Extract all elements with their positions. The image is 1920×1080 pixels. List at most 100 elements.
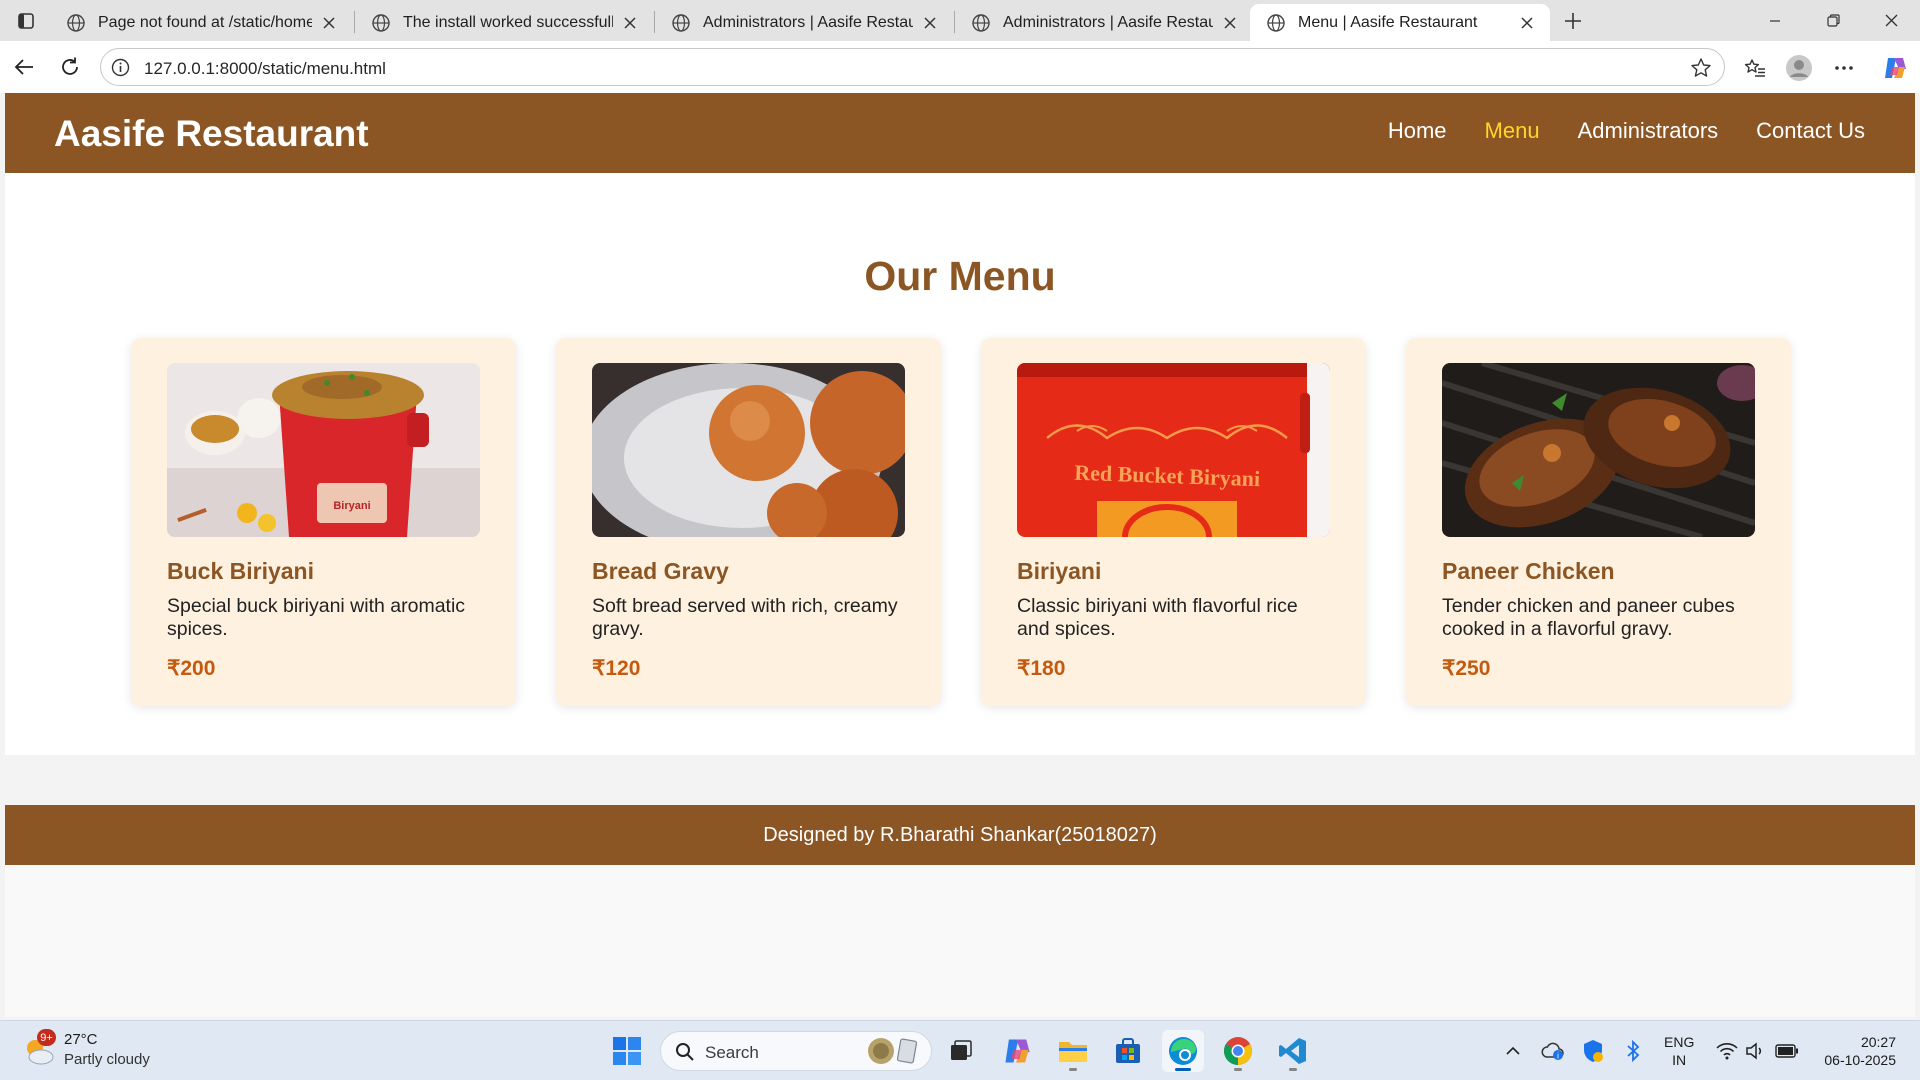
wifi-icon (1716, 1043, 1738, 1060)
tab-title: Administrators | Aasife Restaurant (703, 13, 913, 31)
svg-text:Biryani: Biryani (333, 500, 370, 512)
nav-link-contact-us[interactable]: Contact Us (1756, 118, 1865, 144)
menu-item-name: Buck Biriyani (167, 558, 314, 584)
globe-icon (372, 13, 390, 32)
svg-text:i: i (1557, 1052, 1559, 1061)
nav-link-administrators[interactable]: Administrators (1578, 118, 1719, 144)
back-button[interactable] (6, 49, 42, 85)
minimize-icon (1770, 19, 1780, 22)
refresh-button[interactable] (52, 49, 88, 85)
globe-icon (1267, 13, 1285, 32)
page-viewport: Aasife Restaurant Home Menu Administrato… (5, 93, 1915, 1017)
clock-time: 20:27 (1860, 1034, 1896, 1050)
vscode-button[interactable] (1272, 1030, 1314, 1072)
start-button[interactable] (606, 1030, 648, 1072)
search-highlight-icon (868, 1038, 918, 1064)
notification-badge: 9+ (37, 1029, 56, 1046)
url-text[interactable]: 127.0.0.1:8000/static/menu.html (144, 59, 386, 79)
buck-biriyani-image: Biryani (167, 363, 480, 537)
paneer-chicken-image (1442, 363, 1755, 537)
wifi-tray-button[interactable] (1714, 1038, 1740, 1064)
browser-tab-strip: Page not found at /static/home.ht The in… (0, 0, 1920, 41)
new-tab-button[interactable] (1557, 6, 1589, 36)
minimize-button[interactable] (1746, 0, 1804, 41)
tab-close-icon[interactable] (1221, 14, 1239, 32)
more-dots-icon (1835, 66, 1853, 70)
speaker-icon (1746, 1042, 1762, 1060)
browser-tab-active[interactable]: Menu | Aasife Restaurant (1250, 4, 1550, 41)
tab-title: Page not found at /static/home.ht (98, 13, 312, 31)
menu-item-price: ₹120 (592, 657, 641, 680)
restore-button[interactable] (1804, 0, 1862, 41)
site-logo[interactable]: Aasife Restaurant (54, 113, 369, 155)
settings-more-button[interactable] (1827, 51, 1861, 85)
browser-tab[interactable]: Page not found at /static/home.ht (50, 4, 352, 41)
bluetooth-icon (1627, 1040, 1640, 1062)
back-arrow-icon (14, 59, 33, 75)
browser-tab[interactable]: The install worked successfully! Co (355, 4, 653, 41)
avatar-icon (1786, 55, 1812, 81)
nav-link-home[interactable]: Home (1388, 118, 1447, 144)
menu-card: Biryani Buck Biriyani Special buck biriy… (131, 338, 516, 706)
weather-widget[interactable]: 9+ 27°C Partly cloudy (22, 1029, 182, 1073)
address-bar[interactable]: 127.0.0.1:8000/static/menu.html (100, 48, 1725, 86)
cloud-sync-icon: i (1541, 1042, 1564, 1061)
copilot-button[interactable] (1878, 51, 1912, 85)
browser-tab[interactable]: Administrators | Aasife Restaurant (655, 4, 953, 41)
close-window-button[interactable] (1862, 0, 1920, 41)
menu-item-name: Bread Gravy (592, 558, 729, 584)
menu-item-price: ₹200 (167, 657, 216, 680)
browser-tab[interactable]: Administrators | Aasife Restaurant (955, 4, 1253, 41)
battery-tray-button[interactable] (1774, 1038, 1800, 1064)
language-code: ENG (1664, 1034, 1695, 1050)
edge-browser-button[interactable] (1162, 1030, 1204, 1072)
menu-card: Paneer Chicken Tender chicken and paneer… (1406, 338, 1791, 706)
folder-icon (1059, 1042, 1087, 1062)
close-icon (1885, 14, 1897, 27)
security-tray-button[interactable] (1580, 1038, 1606, 1064)
system-clock[interactable]: 20:27 06-10-2025 (1824, 1033, 1896, 1069)
globe-icon (672, 13, 690, 32)
nav-link-menu[interactable]: Menu (1485, 118, 1540, 144)
page-title: Our Menu (864, 253, 1056, 299)
bread-gravy-image (592, 363, 905, 537)
site-info-icon[interactable] (111, 58, 130, 77)
weather-temperature: 27°C (64, 1031, 98, 1048)
file-explorer-button[interactable] (1052, 1030, 1094, 1072)
weather-condition: Partly cloudy (64, 1051, 150, 1068)
onedrive-tray-button[interactable]: i (1540, 1038, 1566, 1064)
tab-close-icon[interactable] (921, 14, 939, 32)
chrome-browser-button[interactable] (1217, 1030, 1259, 1072)
language-indicator[interactable]: ENG IN (1664, 1033, 1694, 1069)
menu-item-description: Soft bread served with rich, creamy grav… (592, 595, 898, 640)
favorite-star-icon[interactable] (1690, 57, 1712, 79)
region-code: IN (1672, 1052, 1687, 1068)
menu-item-name: Biriyani (1017, 558, 1102, 584)
tab-close-icon[interactable] (621, 14, 639, 32)
copilot-app-button[interactable] (996, 1030, 1038, 1072)
microsoft-store-button[interactable] (1107, 1030, 1149, 1072)
biriyani-image: Red Bucket Biryani (1017, 363, 1330, 537)
show-hidden-icons-button[interactable] (1500, 1038, 1526, 1064)
task-view-button[interactable] (940, 1030, 982, 1072)
favorites-list-icon (1744, 59, 1765, 77)
taskbar-search[interactable]: Search (660, 1031, 932, 1071)
battery-icon (1775, 1044, 1798, 1058)
favorites-button[interactable] (1738, 51, 1772, 85)
tab-close-icon[interactable] (320, 14, 338, 32)
menu-card: Bread Gravy Soft bread served with rich,… (556, 338, 941, 706)
tab-close-icon[interactable] (1518, 14, 1536, 32)
volume-tray-button[interactable] (1742, 1038, 1768, 1064)
menu-card: Red Bucket Biryani Biriyani Classic biri… (981, 338, 1366, 706)
site-footer: Designed by R.Bharathi Shankar(25018027) (5, 805, 1915, 865)
profile-button[interactable] (1782, 51, 1816, 85)
tab-title: Administrators | Aasife Restaurant (1003, 13, 1213, 31)
menu-item-description: Special buck biriyani with aromatic spic… (167, 595, 466, 640)
bluetooth-tray-button[interactable] (1620, 1038, 1646, 1064)
windows-logo-icon (613, 1037, 641, 1065)
menu-item-price: ₹180 (1017, 657, 1066, 680)
tab-actions-button[interactable] (10, 8, 42, 34)
task-view-icon (951, 1040, 972, 1060)
menu-item-description: Classic biriyani with flavorful rice and… (1017, 595, 1298, 640)
browser-toolbar: 127.0.0.1:8000/static/menu.html (0, 41, 1920, 93)
